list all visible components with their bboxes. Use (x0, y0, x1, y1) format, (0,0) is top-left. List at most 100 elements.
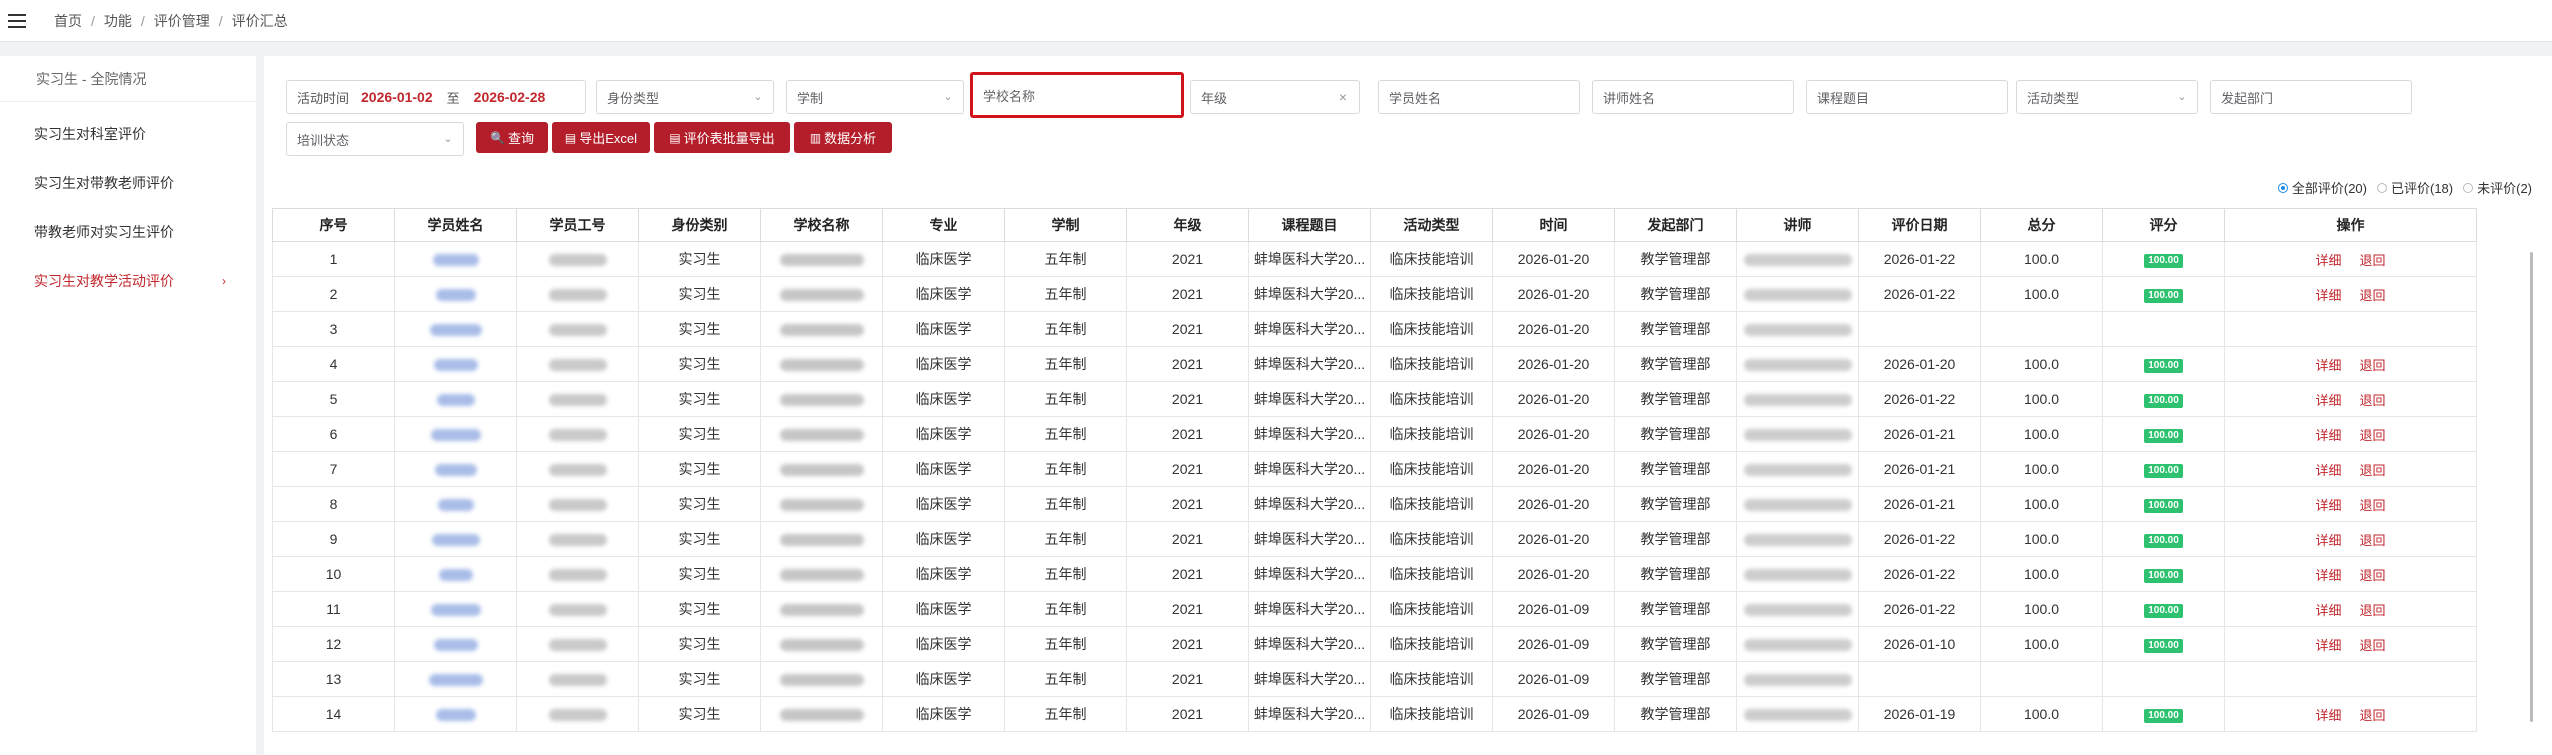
radio-all-evaluations[interactable]: 全部评价(20) (2277, 178, 2367, 197)
detail-link[interactable]: 详细 (2315, 533, 2341, 548)
sidebar-item-teacher-to-intern-eval[interactable]: 带教老师对实习生评价 (0, 208, 256, 257)
detail-link[interactable]: 详细 (2315, 603, 2341, 618)
detail-link[interactable]: 详细 (2315, 708, 2341, 723)
breadcrumb-function[interactable]: 功能 (104, 11, 132, 31)
training-status-select[interactable]: 培训状态 ⌄ (286, 122, 464, 156)
cell-dept: 教学管理部 (1614, 311, 1737, 347)
return-link[interactable]: 退回 (2360, 358, 2386, 373)
cell-activity: 临床技能培训 (1370, 381, 1493, 417)
return-link[interactable]: 退回 (2360, 603, 2386, 618)
chevron-down-icon: ⌄ (943, 91, 953, 103)
date-range-label: 活动时间 (297, 90, 350, 106)
redacted-name (436, 394, 475, 407)
cell-total: 100.0 (1980, 346, 2103, 382)
cell-activity: 临床技能培训 (1370, 661, 1493, 697)
sidebar-item-dept-eval[interactable]: 实习生对科室评价 (0, 110, 256, 159)
cell-identity: 实习生 (638, 696, 761, 732)
detail-link[interactable]: 详细 (2315, 253, 2341, 268)
school-name-input[interactable]: 学校名称 (970, 72, 1184, 118)
cell-eval-date: 2026-01-21 (1858, 416, 1981, 452)
radio-not-evaluated[interactable]: 未评价(2) (2463, 178, 2532, 197)
cell-activity: 临床技能培训 (1370, 591, 1493, 627)
sidebar-item-activity-eval[interactable]: 实习生对教学活动评价 › (0, 257, 256, 306)
score-badge: 100.00 (2144, 639, 2183, 653)
batch-export-button[interactable]: ▤ 评价表批量导出 (654, 122, 790, 153)
clear-icon[interactable]: × (1339, 89, 1347, 105)
return-link[interactable]: 退回 (2360, 428, 2386, 443)
activity-type-select[interactable]: 活动类型 ⌄ (2016, 80, 2198, 114)
cell-student-id (516, 311, 639, 347)
return-link[interactable]: 退回 (2360, 393, 2386, 408)
student-name-input[interactable]: 学员姓名 (1378, 80, 1580, 114)
cell-grade: 2021 (1126, 696, 1249, 732)
initiating-dept-input[interactable]: 发起部门 (2210, 80, 2412, 114)
return-link[interactable]: 退回 (2360, 638, 2386, 653)
breadcrumb-home[interactable]: 首页 (54, 11, 82, 31)
detail-link[interactable]: 详细 (2315, 638, 2341, 653)
return-link[interactable]: 退回 (2360, 498, 2386, 513)
cell-total (1980, 661, 2103, 697)
cell-dept: 教学管理部 (1614, 661, 1737, 697)
cell-course: 蚌埠医科大学20... (1248, 626, 1371, 662)
cell-course: 蚌埠医科大学20... (1248, 311, 1371, 347)
cell-grade: 2021 (1126, 346, 1249, 382)
date-start[interactable]: 2026-01-02 (361, 89, 433, 105)
cell-eval-date: 2026-01-21 (1858, 486, 1981, 522)
cell-lecturer (1736, 451, 1859, 487)
redacted-lecturer (1743, 429, 1852, 442)
detail-link[interactable]: 详细 (2315, 498, 2341, 513)
detail-link[interactable]: 详细 (2315, 358, 2341, 373)
redacted-lecturer (1743, 254, 1852, 267)
cell-grade: 2021 (1126, 311, 1249, 347)
query-button[interactable]: 🔍 查询 (476, 122, 548, 153)
export-excel-button[interactable]: ▤ 导出Excel (552, 122, 650, 153)
cell-grade: 2021 (1126, 486, 1249, 522)
detail-link[interactable]: 详细 (2315, 463, 2341, 478)
menu-toggle-icon[interactable] (8, 13, 26, 28)
detail-link[interactable]: 详细 (2315, 393, 2341, 408)
sidebar-item-label: 实习生对带教老师评价 (34, 175, 174, 191)
return-link[interactable]: 退回 (2360, 288, 2386, 303)
cell-total (1980, 311, 2103, 347)
schooling-select[interactable]: 学制 ⌄ (786, 80, 964, 114)
date-end[interactable]: 2026-02-28 (474, 89, 546, 105)
redacted-name (433, 639, 478, 652)
cell-dept: 教学管理部 (1614, 416, 1737, 452)
lecturer-name-input[interactable]: 讲师姓名 (1592, 80, 1794, 114)
cell-score (2102, 661, 2225, 697)
return-link[interactable]: 退回 (2360, 253, 2386, 268)
return-link[interactable]: 退回 (2360, 463, 2386, 478)
table-scrollbar[interactable] (2530, 252, 2533, 722)
cell-lecturer (1736, 346, 1859, 382)
detail-link[interactable]: 详细 (2315, 568, 2341, 583)
redacted-id (548, 639, 607, 652)
cell-eval-date: 2026-01-22 (1858, 241, 1981, 277)
radio-evaluated[interactable]: 已评价(18) (2376, 178, 2453, 197)
return-link[interactable]: 退回 (2360, 568, 2386, 583)
activity-date-range[interactable]: 活动时间 2026-01-02 至 2026-02-28 (286, 80, 586, 114)
detail-link[interactable]: 详细 (2315, 428, 2341, 443)
cell-score: 100.00 (2102, 276, 2225, 312)
table-row: 8 实习生 临床医学 五年制 2021 蚌埠医科大学20... 临床技能培训 2026-01-… (272, 486, 2477, 522)
radio-dot-icon (2277, 182, 2288, 193)
radio-dot-icon (2376, 182, 2387, 193)
course-title-input[interactable]: 课程题目 (1806, 80, 2008, 114)
data-analysis-button[interactable]: ▥ 数据分析 (794, 122, 892, 153)
grade-input[interactable]: 年级 × (1190, 80, 1360, 114)
detail-link[interactable]: 详细 (2315, 288, 2341, 303)
evaluation-table: 序号 学员姓名 学员工号 身份类别 学校名称 专业 学制 年级 课程题目 活动类… (272, 208, 2477, 732)
sidebar-item-teacher-eval[interactable]: 实习生对带教老师评价 (0, 159, 256, 208)
cell-eval-date: 2026-01-21 (1858, 451, 1981, 487)
cell-identity: 实习生 (638, 591, 761, 627)
col-header: 年级 (1126, 208, 1249, 242)
cell-course: 蚌埠医科大学20... (1248, 661, 1371, 697)
identity-type-select[interactable]: 身份类型 ⌄ (596, 80, 774, 114)
redacted-name (438, 569, 473, 582)
score-badge: 100.00 (2144, 359, 2183, 373)
cell-time: 2026-01-20 (1492, 416, 1615, 452)
sidebar: 实习生 - 全院情况 实习生对科室评价 实习生对带教老师评价 带教老师对实习生评… (0, 56, 256, 755)
return-link[interactable]: 退回 (2360, 533, 2386, 548)
cell-student-id (516, 241, 639, 277)
breadcrumb-eval-mgmt[interactable]: 评价管理 (154, 11, 210, 31)
return-link[interactable]: 退回 (2360, 708, 2386, 723)
